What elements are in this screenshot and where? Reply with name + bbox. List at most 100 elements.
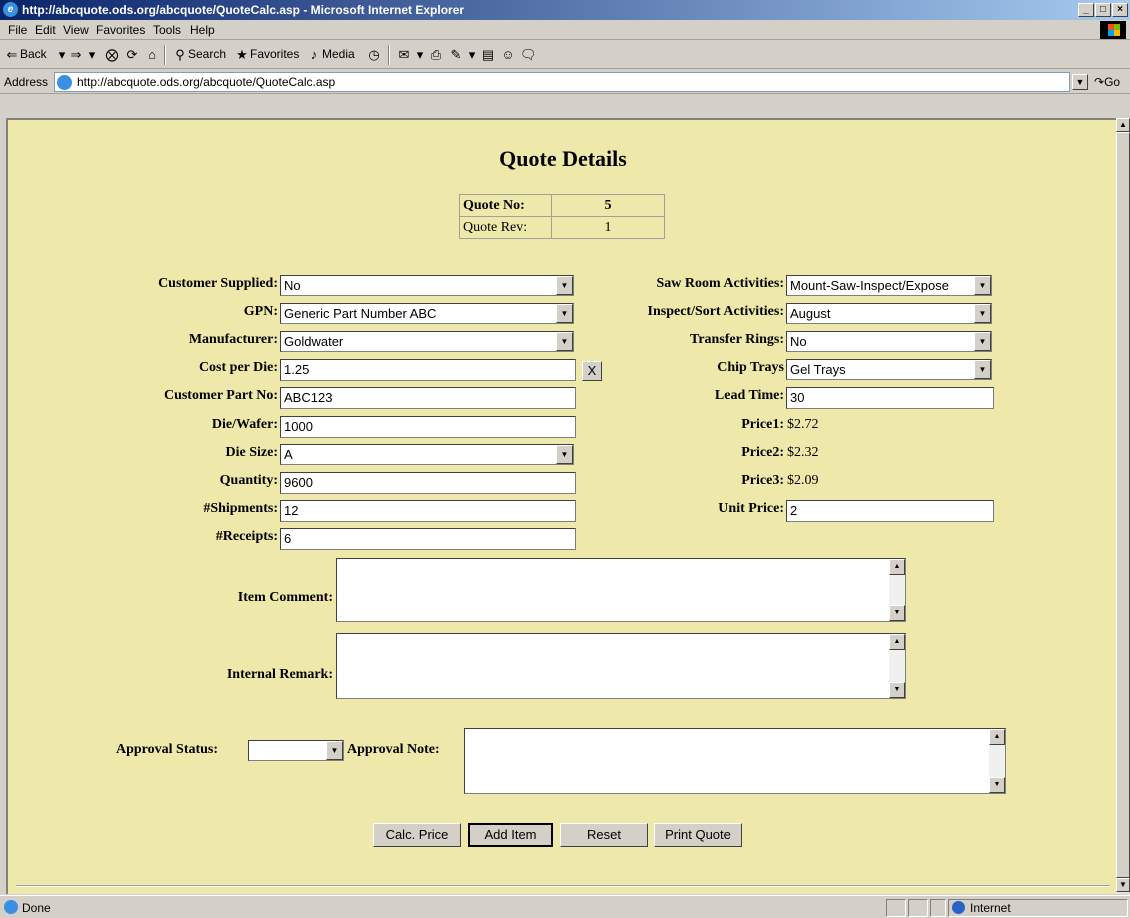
menu-view[interactable]: View bbox=[63, 23, 89, 37]
chevron-down-icon[interactable]: ▼ bbox=[556, 276, 573, 295]
history-icon[interactable]: ◷ bbox=[366, 47, 382, 63]
messenger-icon[interactable]: ☺ bbox=[500, 47, 516, 63]
close-button[interactable]: × bbox=[1112, 3, 1128, 17]
favorites-button[interactable]: Favorites bbox=[250, 47, 299, 61]
chevron-down-icon[interactable]: ▼ bbox=[974, 360, 991, 379]
customer-supplied-select[interactable]: No ▼ bbox=[280, 275, 574, 296]
menu-file[interactable]: File bbox=[8, 23, 27, 37]
forward-dropdown-icon[interactable]: ▾ bbox=[84, 47, 100, 63]
edit-dropdown-icon[interactable]: ▾ bbox=[464, 47, 480, 63]
go-button[interactable]: ↷Go bbox=[1094, 75, 1120, 89]
customer-supplied-value: No bbox=[284, 278, 301, 293]
search-button[interactable]: Search bbox=[188, 47, 226, 61]
stop-icon[interactable]: ⨂ bbox=[104, 47, 120, 63]
inspect-sort-select[interactable]: August ▼ bbox=[786, 303, 992, 324]
print-quote-button[interactable]: Print Quote bbox=[654, 823, 742, 847]
page-done-icon bbox=[4, 900, 18, 914]
edit-icon[interactable]: ✎ bbox=[448, 47, 464, 63]
address-input[interactable]: http://abcquote.ods.org/abcquote/QuoteCa… bbox=[54, 72, 1070, 92]
refresh-icon[interactable]: ⟳ bbox=[124, 47, 140, 63]
forward-arrow-icon[interactable]: ⇒ bbox=[68, 47, 84, 63]
price3-value: $2.09 bbox=[787, 473, 819, 488]
internal-remark-textarea[interactable]: ▲ ▼ bbox=[336, 633, 906, 699]
menu-favorites[interactable]: Favorites bbox=[96, 23, 145, 37]
scroll-up-icon[interactable]: ▲ bbox=[1116, 118, 1130, 132]
manufacturer-label: Manufacturer: bbox=[188, 332, 278, 347]
chevron-down-icon[interactable]: ▼ bbox=[326, 741, 343, 760]
scroll-down-icon[interactable]: ▼ bbox=[889, 605, 905, 621]
add-item-button[interactable]: Add Item bbox=[468, 823, 553, 847]
page-scrollbar[interactable]: ▲ ▼ bbox=[1116, 118, 1130, 894]
scroll-up-icon[interactable]: ▲ bbox=[989, 729, 1005, 745]
address-label: Address bbox=[4, 75, 49, 89]
window-title: http://abcquote.ods.org/abcquote/QuoteCa… bbox=[22, 3, 465, 17]
minimize-button[interactable]: _ bbox=[1078, 3, 1094, 17]
gpn-select[interactable]: Generic Part Number ABC ▼ bbox=[280, 303, 574, 324]
cost-per-die-input[interactable]: 1.25 bbox=[280, 359, 576, 381]
manufacturer-select[interactable]: Goldwater ▼ bbox=[280, 331, 574, 352]
transfer-rings-label: Transfer Rings: bbox=[690, 332, 784, 347]
die-size-select[interactable]: A ▼ bbox=[280, 444, 574, 465]
chevron-down-icon[interactable]: ▼ bbox=[974, 304, 991, 323]
status-text: Done bbox=[22, 901, 51, 915]
unit-price-label: Unit Price: bbox=[718, 501, 784, 516]
print-icon[interactable]: ⎙ bbox=[428, 47, 444, 63]
chevron-down-icon[interactable]: ▼ bbox=[556, 445, 573, 464]
gpn-label: GPN: bbox=[243, 304, 278, 319]
shipments-input[interactable]: 12 bbox=[280, 500, 576, 522]
home-icon[interactable]: ⌂ bbox=[144, 47, 160, 63]
unit-price-input[interactable]: 2 bbox=[786, 500, 994, 522]
receipts-input[interactable]: 6 bbox=[280, 528, 576, 550]
quote-rev-label: Quote Rev: bbox=[459, 216, 552, 239]
customer-part-no-label: Customer Part No: bbox=[163, 388, 278, 403]
scroll-down-icon[interactable]: ▼ bbox=[1116, 878, 1130, 892]
chip-trays-select[interactable]: Gel Trays ▼ bbox=[786, 359, 992, 380]
chevron-down-icon[interactable]: ▼ bbox=[974, 332, 991, 351]
scrollbar-thumb[interactable] bbox=[1116, 132, 1130, 878]
chevron-down-icon[interactable]: ▼ bbox=[974, 276, 991, 295]
approval-note-label: Approval Note: bbox=[347, 742, 440, 757]
address-url: http://abcquote.ods.org/abcquote/QuoteCa… bbox=[77, 75, 336, 89]
scroll-up-icon[interactable]: ▲ bbox=[889, 559, 905, 575]
internet-zone-icon bbox=[952, 901, 965, 914]
menu-edit[interactable]: Edit bbox=[35, 23, 56, 37]
chat-bubble-icon[interactable]: 🗨 bbox=[520, 47, 537, 63]
menu-tools[interactable]: Tools bbox=[153, 23, 181, 37]
chevron-down-icon[interactable]: ▼ bbox=[556, 332, 573, 351]
scroll-up-icon[interactable]: ▲ bbox=[889, 634, 905, 650]
price2-label: Price2: bbox=[741, 445, 784, 460]
item-comment-textarea[interactable]: ▲ ▼ bbox=[336, 558, 906, 622]
media-button[interactable]: Media bbox=[322, 47, 355, 61]
die-wafer-input[interactable]: 1000 bbox=[280, 416, 576, 438]
menu-bar: File Edit View Favorites Tools Help bbox=[0, 20, 1130, 40]
calc-price-button[interactable]: Calc. Price bbox=[373, 823, 461, 847]
item-comment-label: Item Comment: bbox=[237, 590, 333, 605]
customer-part-no-input[interactable]: ABC123 bbox=[280, 387, 576, 409]
reset-button[interactable]: Reset bbox=[560, 823, 648, 847]
back-arrow-icon[interactable]: ⇐ bbox=[4, 47, 20, 63]
mail-dropdown-icon[interactable]: ▾ bbox=[412, 47, 428, 63]
approval-note-textarea[interactable]: ▲ ▼ bbox=[464, 728, 1006, 794]
price1-value: $2.72 bbox=[787, 417, 819, 432]
address-dropdown-icon[interactable]: ▼ bbox=[1072, 74, 1088, 90]
quantity-input[interactable]: 9600 bbox=[280, 472, 576, 494]
maximize-button[interactable]: □ bbox=[1095, 3, 1111, 17]
favorites-icon[interactable]: ★ bbox=[234, 47, 250, 63]
back-button[interactable]: Back bbox=[20, 47, 47, 61]
horizontal-rule bbox=[16, 885, 1110, 887]
clear-cost-button[interactable]: X bbox=[582, 361, 602, 381]
transfer-rings-select[interactable]: No ▼ bbox=[786, 331, 992, 352]
scroll-down-icon[interactable]: ▼ bbox=[989, 777, 1005, 793]
lead-time-input[interactable]: 30 bbox=[786, 387, 994, 409]
chevron-down-icon[interactable]: ▼ bbox=[556, 304, 573, 323]
search-icon[interactable]: ⚲ bbox=[172, 47, 188, 63]
inspect-sort-label: Inspect/Sort Activities: bbox=[647, 304, 784, 319]
scroll-down-icon[interactable]: ▼ bbox=[889, 682, 905, 698]
approval-status-select[interactable]: ▼ bbox=[248, 740, 344, 761]
menu-help[interactable]: Help bbox=[190, 23, 215, 37]
mail-icon[interactable]: ✉ bbox=[396, 47, 412, 63]
discuss-icon[interactable]: ▤ bbox=[480, 47, 496, 63]
media-icon[interactable]: ♪ bbox=[306, 47, 322, 63]
gpn-value: Generic Part Number ABC bbox=[284, 306, 437, 321]
saw-room-select[interactable]: Mount-Saw-Inspect/Expose ▼ bbox=[786, 275, 992, 296]
